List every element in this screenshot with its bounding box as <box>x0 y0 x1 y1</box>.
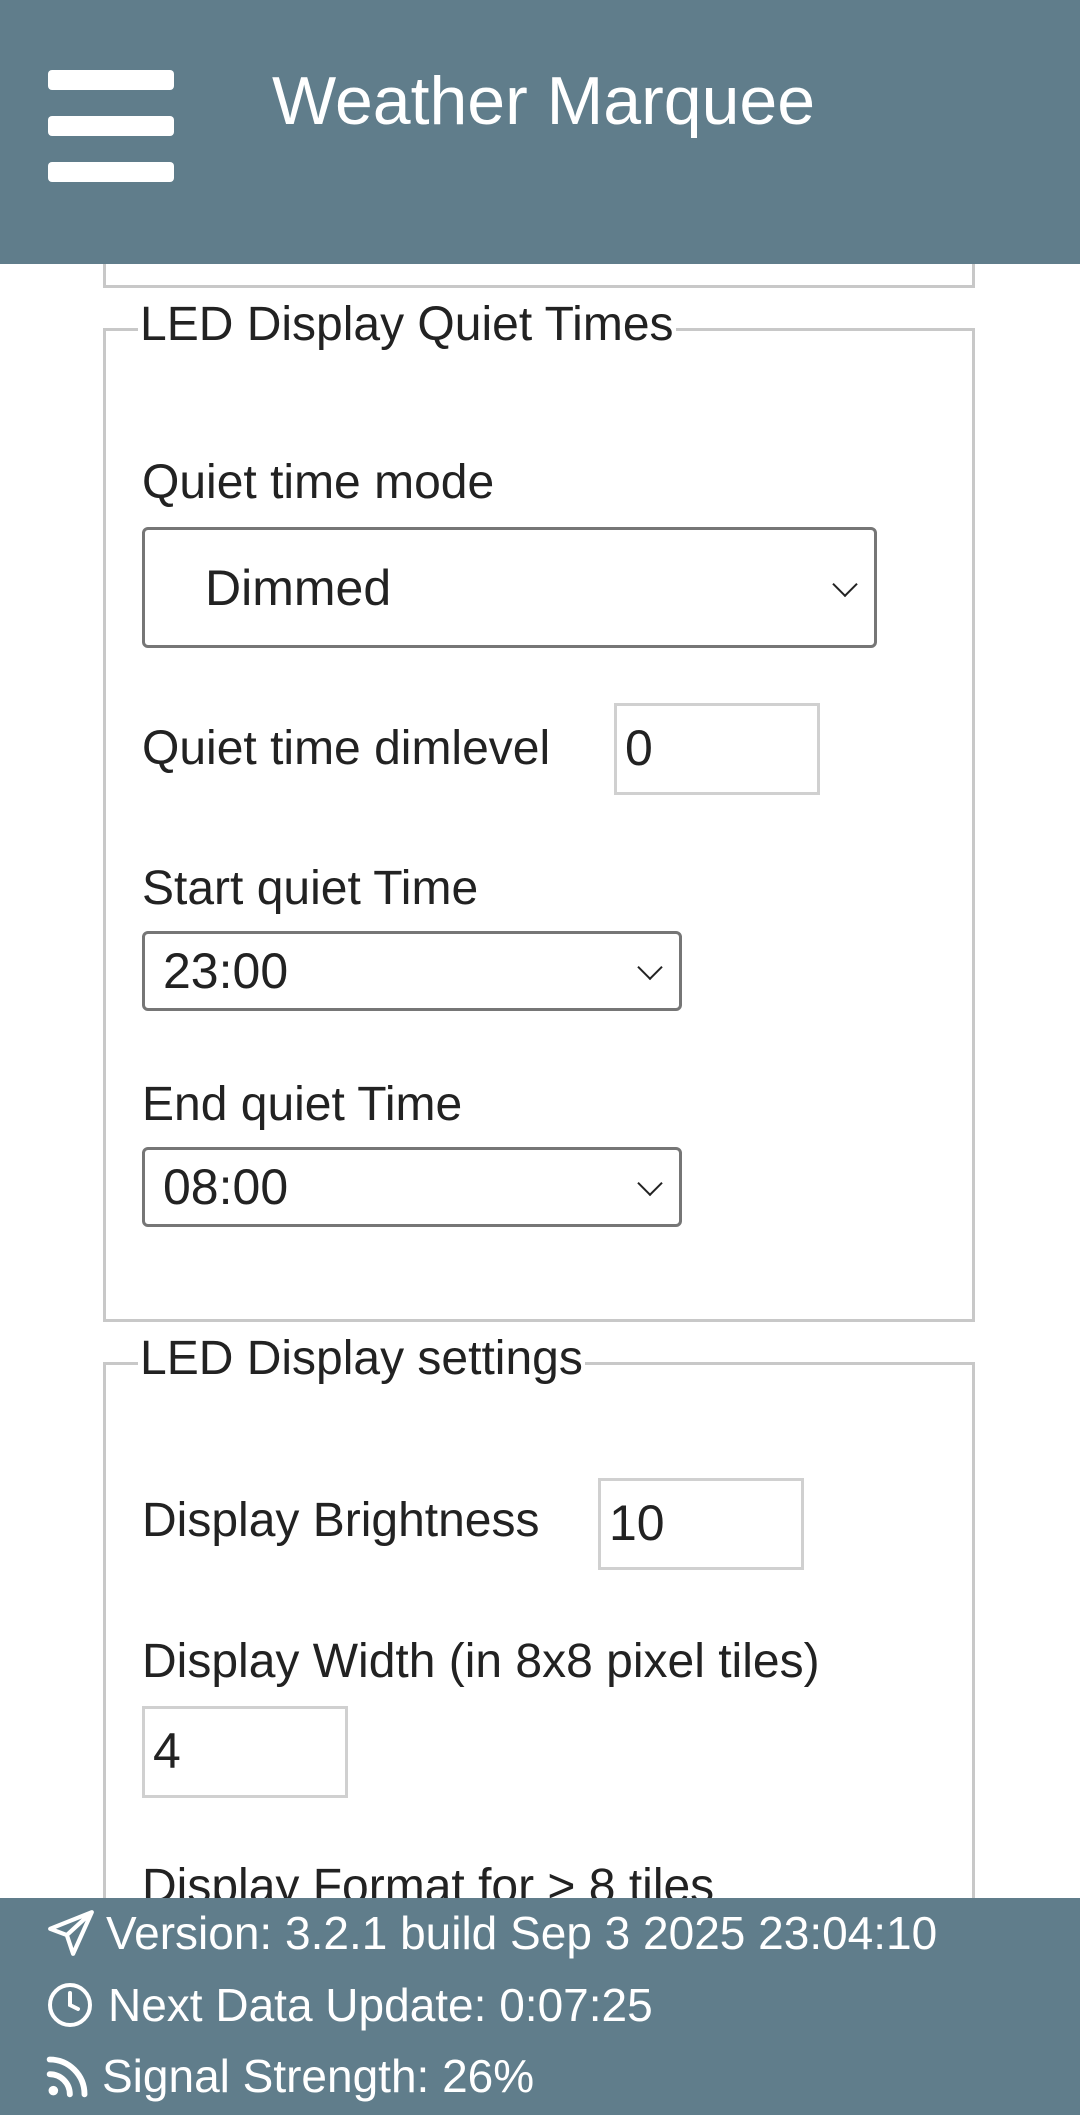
start-quiet-time-value: 23:00 <box>163 943 289 999</box>
chevron-down-icon <box>832 571 858 597</box>
end-quiet-time-select[interactable]: 08:00 <box>142 1147 682 1227</box>
display-width-input[interactable]: 4 <box>142 1706 348 1798</box>
signal-text: Signal Strength: 26% <box>102 2050 535 2102</box>
version-row: Version: 3.2.1 build Sep 3 2025 23:04:10 <box>46 1905 937 1961</box>
next-update-text: Next Data Update: 0:07:25 <box>108 1979 653 2031</box>
status-footer: Version: 3.2.1 build Sep 3 2025 23:04:10… <box>0 1898 1080 2115</box>
app-title: Weather Marquee <box>272 63 816 139</box>
display-brightness-label: Display Brightness <box>142 1494 540 1547</box>
end-quiet-time-label: End quiet Time <box>142 1078 463 1131</box>
end-quiet-time-value: 08:00 <box>163 1159 289 1215</box>
clock-icon <box>48 1983 92 2027</box>
quiet-mode-select[interactable]: Dimmed <box>142 527 877 648</box>
quiet-dimlevel-label: Quiet time dimlevel <box>142 722 551 775</box>
quiet-times-fieldset: LED Display Quiet Times Quiet time mode … <box>103 297 975 1322</box>
quiet-times-legend: LED Display Quiet Times <box>138 297 676 353</box>
signal-row: Signal Strength: 26% <box>46 2048 534 2104</box>
version-text: Version: 3.2.1 build Sep 3 2025 23:04:10 <box>106 1907 938 1959</box>
display-brightness-input[interactable]: 10 <box>598 1478 804 1570</box>
quiet-mode-value: Dimmed <box>205 559 392 616</box>
next-update-row: Next Data Update: 0:07:25 <box>46 1977 653 2033</box>
chevron-down-icon <box>637 954 663 981</box>
quiet-mode-label: Quiet time mode <box>142 456 495 509</box>
app-header: Weather Marquee <box>0 0 1080 264</box>
paper-plane-icon <box>48 1910 94 1956</box>
start-quiet-time-select[interactable]: 23:00 <box>142 931 682 1011</box>
start-quiet-time-label: Start quiet Time <box>142 862 479 915</box>
hamburger-menu-icon[interactable] <box>48 70 174 182</box>
display-settings-legend: LED Display settings <box>138 1331 585 1387</box>
display-width-label: Display Width (in 8x8 pixel tiles) <box>142 1635 820 1688</box>
rss-signal-icon <box>46 2056 88 2098</box>
quiet-dimlevel-input[interactable]: 0 <box>614 703 820 795</box>
chevron-down-icon <box>637 1170 663 1197</box>
